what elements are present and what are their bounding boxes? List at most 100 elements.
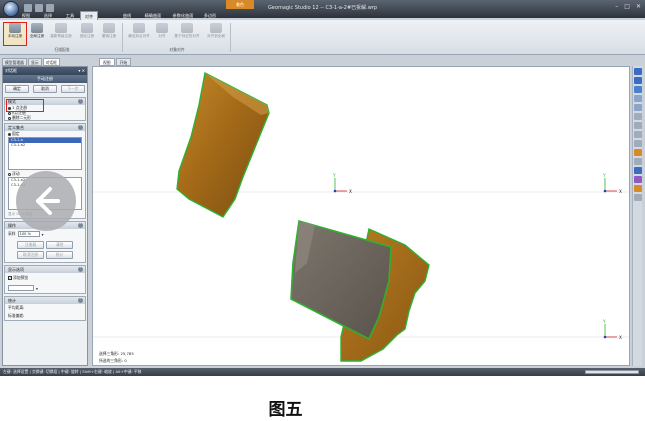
tab-model-manager[interactable]: 模型管理器 [2, 58, 27, 66]
iso-view-icon[interactable] [634, 104, 642, 111]
screenshot: Geomagic Studio 12 -- C3-1-a-2#已拆解.wrp 着… [0, 0, 645, 376]
display-options-heading[interactable]: 显示选项 ˄ [5, 266, 85, 273]
manual-registration-button[interactable]: 手动注册 [3, 22, 27, 46]
global-registration-button[interactable]: 全局注册 [26, 23, 48, 45]
group-label-object-alignment: 对象对齐 [169, 47, 185, 52]
next-button[interactable]: 下一步 [61, 85, 85, 93]
scan-scene: Y X Y X Y X [93, 71, 629, 362]
define-set-heading[interactable]: 定义集合 ˄ [5, 124, 85, 131]
front-view-icon[interactable] [634, 77, 642, 84]
collapse-icon[interactable]: ˄ [78, 223, 83, 228]
ribbon-separator [122, 23, 123, 52]
tab-display[interactable]: 显示 [27, 58, 42, 66]
rotate-icon[interactable] [634, 131, 642, 138]
side-view-icon[interactable] [634, 86, 642, 93]
best-fit-align-button[interactable]: 最佳拟合对齐 [126, 23, 152, 45]
fix-registration-button[interactable]: 固定注册 [76, 23, 98, 45]
tab-dialog[interactable]: 对话框 [42, 58, 60, 66]
light-icon[interactable] [634, 176, 642, 183]
axis-triad: Y X [602, 319, 622, 340]
3d-viewport[interactable]: Y X Y X Y X 选择三角形: 25,785 所选的三角形: 0 [92, 66, 630, 366]
avg-distance-label: 平均距离: [8, 305, 25, 310]
collapse-icon[interactable]: ˄ [78, 99, 83, 104]
std-dev-label: 标准偏差: [8, 313, 25, 318]
mode-highlight-box [6, 99, 44, 112]
align-to-global-button[interactable]: 对齐到全局 [204, 23, 228, 45]
pin-icon[interactable]: ▾ ✕ [78, 67, 85, 75]
color-icon[interactable] [634, 185, 642, 192]
scan-patch-upper[interactable] [176, 71, 270, 218]
fixed-list[interactable]: C3-1-a C3-1-a2 [8, 137, 82, 170]
undo-registration-button[interactable]: 撤销注册 [98, 23, 120, 45]
fix-registration-icon [81, 23, 93, 33]
tab-view[interactable]: 视图 [16, 11, 36, 20]
tab-curves[interactable]: 曲线 [118, 11, 136, 20]
tab-viewport[interactable]: 视图 [99, 58, 115, 66]
render-icon[interactable] [634, 167, 642, 174]
settings-icon[interactable] [634, 194, 642, 201]
stats-heading[interactable]: 统计 ˄ [5, 297, 85, 304]
tab-exact-surfaces[interactable]: 精确曲面 [140, 11, 166, 20]
collapse-icon[interactable]: ˄ [78, 298, 83, 303]
mode-option-delete[interactable]: 删除二元形 [5, 115, 85, 120]
lasso-icon[interactable] [634, 158, 642, 165]
select-icon[interactable] [634, 149, 642, 156]
ok-button[interactable]: 确定 [5, 85, 29, 93]
axis-triad: Y X [602, 173, 622, 194]
tab-align[interactable]: 对齐 [80, 11, 98, 20]
chevron-down-icon[interactable]: ▾ [36, 286, 38, 291]
align-button[interactable]: 对齐 [154, 23, 170, 45]
clear-button[interactable]: 清除 [46, 241, 73, 249]
preview-checkbox[interactable]: ✓添加预览 [5, 273, 85, 283]
panel-tab-strip: 模型管理器 显示 对话框 [2, 58, 61, 66]
fixed-radio[interactable]: 固定 [5, 131, 85, 136]
feature-align-button[interactable]: 基于特征的对齐 [172, 23, 202, 45]
list-item[interactable]: C3-1-a2 [9, 143, 81, 148]
x-axis-label: X [349, 189, 352, 194]
group-label-scan-registration: 扫描配准 [54, 47, 70, 52]
axis-triad: Y X [332, 173, 352, 194]
progress-bar [585, 370, 639, 374]
back-button[interactable] [16, 171, 76, 231]
selected-count: 所选的三角形: 0 [99, 358, 127, 363]
zoom-icon[interactable] [634, 122, 642, 129]
collapse-icon[interactable]: ˄ [78, 125, 83, 130]
unregister-button[interactable]: 取消注册 [17, 251, 44, 259]
viewport-tab-strip: 视图 开始 [99, 58, 132, 66]
view-cube-icon[interactable] [634, 68, 642, 75]
context-tab[interactable]: 着色 [226, 0, 254, 9]
x-axis-label: X [619, 335, 622, 340]
pan-icon[interactable] [634, 140, 642, 147]
chevron-down-icon[interactable]: ▾ [42, 232, 44, 237]
mode-section: 模式 ˄ 1 点注册 n点注册 删除二元形 [4, 97, 86, 121]
ribbon-tab-strip: 视图 选择 工具 对齐 曲线 精确曲面 参数化曲面 多边形 [0, 10, 645, 20]
display-dropdown-row: ▾ [5, 283, 85, 293]
best-fit-align-icon [133, 23, 145, 33]
align-icon [156, 23, 168, 33]
right-toolbar [632, 66, 642, 366]
y-axis-label: Y [332, 173, 336, 178]
y-axis-label: Y [602, 173, 606, 178]
arrow-left-icon [36, 187, 60, 215]
tab-tools[interactable]: 工具 [60, 11, 80, 20]
cancel-button[interactable]: 取消 [33, 85, 57, 93]
statistics-button[interactable]: 统计 [46, 251, 73, 259]
radio-selected-icon [8, 132, 11, 136]
tab-polygons[interactable]: 多边形 [200, 11, 220, 20]
register-button[interactable]: 注册器 [17, 241, 44, 249]
zoom-fit-icon[interactable] [634, 113, 642, 120]
manual-registration-icon [9, 23, 21, 33]
y-axis-label: Y [602, 319, 606, 324]
sample-dropdown[interactable]: 100 % [17, 231, 40, 237]
checkbox-checked-icon: ✓ [8, 276, 12, 280]
display-dropdown[interactable] [8, 285, 34, 291]
hierarchy-registration-button[interactable]: 重新等级注册 [48, 23, 74, 45]
hierarchy-registration-icon [55, 23, 67, 33]
align-to-global-icon [210, 23, 222, 33]
x-axis-label: X [619, 189, 622, 194]
top-view-icon[interactable] [634, 95, 642, 102]
tab-start[interactable]: 开始 [115, 58, 132, 66]
tab-parametric-surfaces[interactable]: 参数化曲面 [168, 11, 198, 20]
tab-select[interactable]: 选择 [38, 11, 58, 20]
collapse-icon[interactable]: ˄ [78, 267, 83, 272]
